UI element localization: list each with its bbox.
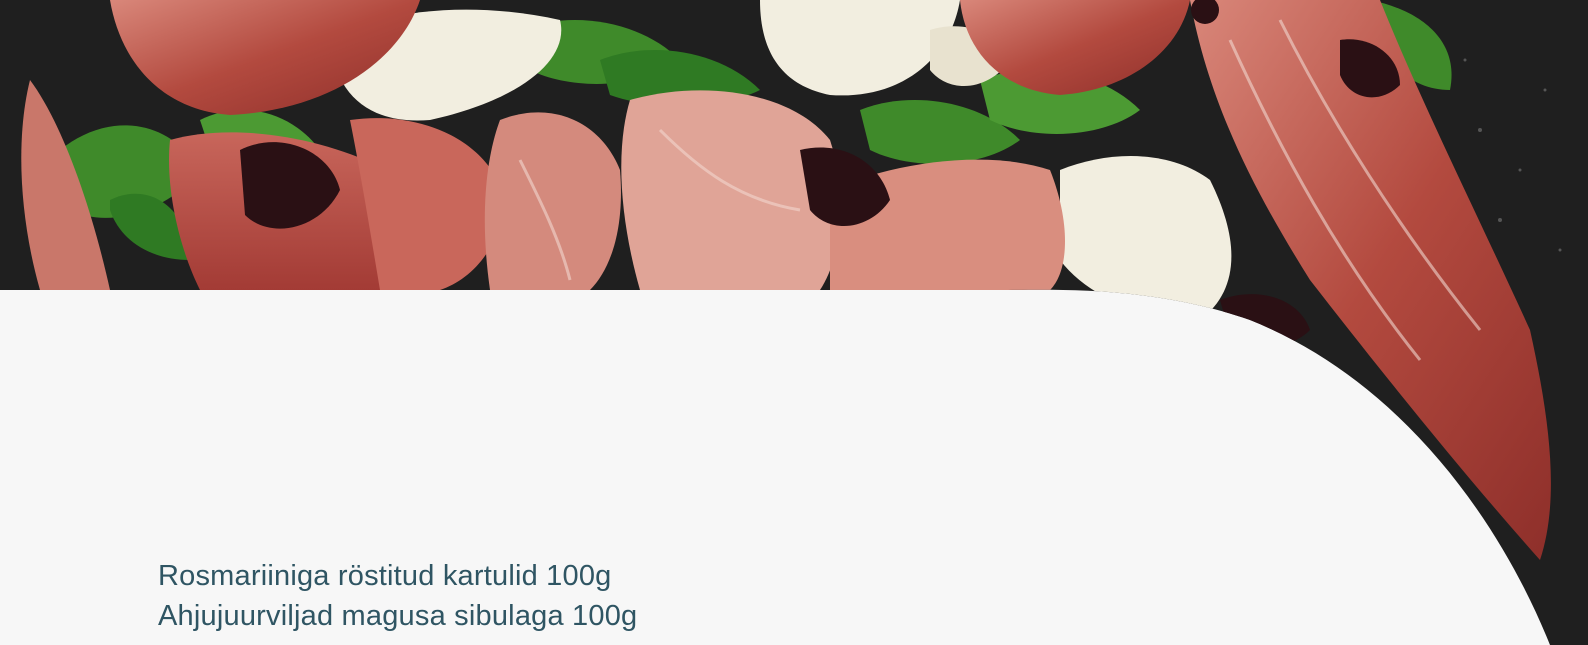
list-item: Ahjujuurviljad magusa sibulaga 100g bbox=[158, 600, 638, 632]
hero-food-image bbox=[0, 0, 1588, 645]
salad-photo-icon bbox=[0, 0, 1588, 645]
side-dish-list: Rosmariiniga röstitud kartulid 100g Ahju… bbox=[158, 556, 637, 636]
list-item: Rosmariiniga röstitud kartulid 100g bbox=[158, 560, 612, 592]
